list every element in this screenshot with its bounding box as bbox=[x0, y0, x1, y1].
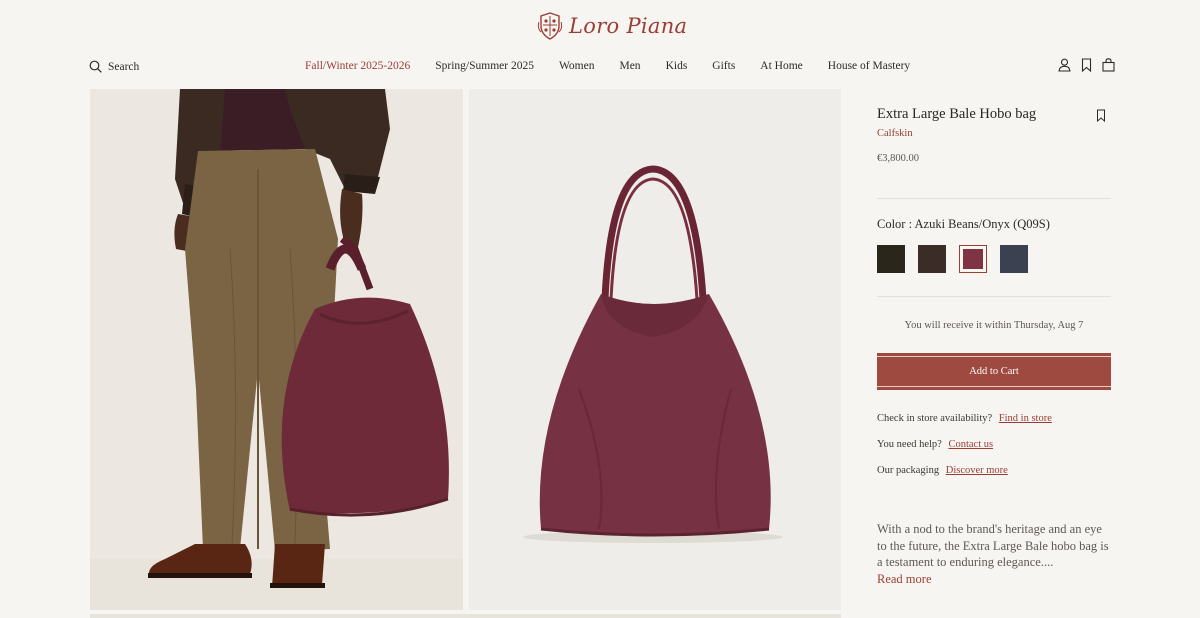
utility-icons bbox=[1058, 58, 1115, 72]
search-button[interactable]: Search bbox=[89, 60, 139, 73]
color-swatches bbox=[877, 245, 1028, 273]
nav-item-women[interactable]: Women bbox=[559, 60, 594, 72]
nav-item-kids[interactable]: Kids bbox=[666, 60, 688, 72]
product-image-bag[interactable] bbox=[469, 89, 841, 610]
swatch-fill bbox=[877, 245, 905, 273]
shopping-bag-button[interactable] bbox=[1102, 58, 1115, 72]
account-button[interactable] bbox=[1058, 58, 1071, 72]
wishlist-button[interactable] bbox=[1080, 58, 1093, 72]
crest-icon bbox=[537, 12, 563, 40]
nav-item-house-of-mastery[interactable]: House of Mastery bbox=[828, 60, 910, 72]
discover-more-link[interactable]: Discover more bbox=[946, 465, 1008, 476]
bookmark-icon bbox=[1097, 109, 1105, 122]
add-to-cart-label: Add to Cart bbox=[969, 366, 1019, 377]
packaging-row: Our packaging Discover more bbox=[877, 465, 1008, 476]
divider bbox=[877, 198, 1111, 199]
bookmark-icon bbox=[1081, 58, 1092, 72]
account-icon bbox=[1058, 58, 1071, 72]
gallery-divider bbox=[90, 614, 841, 618]
color-label: Color : Azuki Beans/Onyx (Q09S) bbox=[877, 217, 1050, 231]
swatch-fill bbox=[1000, 245, 1028, 273]
wishlist-add-button[interactable] bbox=[1096, 109, 1106, 122]
bag-illustration bbox=[469, 89, 841, 610]
swatch-fill bbox=[963, 249, 983, 269]
main-nav: Fall/Winter 2025-2026 Spring/Summer 2025… bbox=[305, 60, 910, 72]
model-illustration bbox=[90, 89, 463, 610]
nav-item-gifts[interactable]: Gifts bbox=[712, 60, 735, 72]
swatch-dark-brown[interactable] bbox=[918, 245, 946, 273]
nav-item-fall-winter[interactable]: Fall/Winter 2025-2026 bbox=[305, 60, 410, 72]
packaging-text: Our packaging bbox=[877, 465, 940, 476]
swatch-dark-olive[interactable] bbox=[877, 245, 905, 273]
store-availability-text: Check in store availability? bbox=[877, 413, 993, 424]
nav-item-men[interactable]: Men bbox=[619, 60, 640, 72]
swatch-azuki-beans-selected[interactable] bbox=[959, 245, 987, 273]
help-row: You need help? Contact us bbox=[877, 439, 993, 450]
find-in-store-link[interactable]: Find in store bbox=[999, 413, 1052, 424]
shopping-bag-icon bbox=[1102, 58, 1115, 72]
product-price: €3,800.00 bbox=[877, 153, 919, 164]
product-title: Extra Large Bale Hobo bag bbox=[877, 106, 1037, 122]
add-to-cart-button[interactable]: Add to Cart bbox=[877, 353, 1111, 390]
nav-item-spring-summer[interactable]: Spring/Summer 2025 bbox=[435, 60, 534, 72]
nav-item-at-home[interactable]: At Home bbox=[760, 60, 802, 72]
contact-us-link[interactable]: Contact us bbox=[948, 439, 993, 450]
brand-wordmark: Loro Piana bbox=[569, 14, 688, 38]
store-availability-row: Check in store availability? Find in sto… bbox=[877, 413, 1052, 424]
delivery-estimate: You will receive it within Thursday, Aug… bbox=[904, 320, 1084, 331]
product-image-model[interactable] bbox=[90, 89, 463, 610]
search-icon bbox=[89, 60, 102, 73]
help-text: You need help? bbox=[877, 439, 942, 450]
divider bbox=[877, 296, 1111, 297]
brand-logo[interactable]: Loro Piana bbox=[537, 12, 687, 40]
product-description: With a nod to the brand's heritage and a… bbox=[877, 522, 1109, 569]
read-more-link[interactable]: Read more bbox=[877, 572, 932, 587]
product-material: Calfskin bbox=[877, 128, 913, 139]
swatch-fill bbox=[918, 245, 946, 273]
search-label: Search bbox=[108, 60, 140, 73]
swatch-navy[interactable] bbox=[1000, 245, 1028, 273]
